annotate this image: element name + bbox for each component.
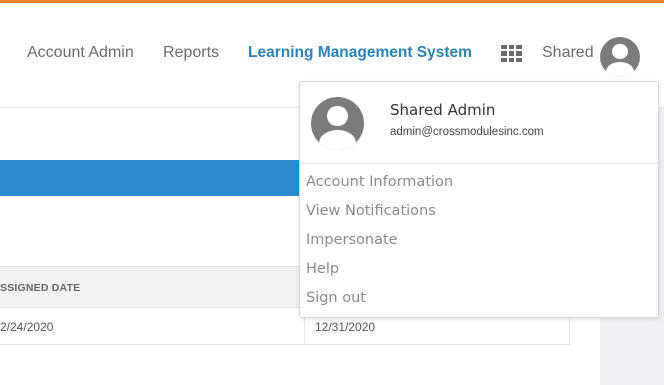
menu-item-help[interactable]: Help bbox=[300, 259, 658, 288]
column-header-assigned-date[interactable]: SSIGNED DATE bbox=[0, 282, 80, 294]
nav-reports[interactable]: Reports bbox=[163, 44, 219, 62]
nav-account-admin[interactable]: Account Admin bbox=[27, 44, 134, 62]
apps-grid-icon[interactable] bbox=[501, 45, 522, 62]
user-menu-header: Shared Admin admin@crossmodulesinc.com bbox=[300, 82, 658, 164]
user-menu-list: Account Information View Notifications I… bbox=[300, 164, 658, 317]
cell-due-date: 12/31/2020 bbox=[315, 320, 376, 334]
menu-item-view-notifications[interactable]: View Notifications bbox=[300, 201, 658, 230]
menu-item-sign-out[interactable]: Sign out bbox=[300, 288, 658, 317]
nav-user-shared[interactable]: Shared bbox=[542, 44, 594, 62]
cell-assigned-date: 2/24/2020 bbox=[0, 320, 54, 334]
user-name: Shared Admin bbox=[390, 101, 496, 119]
menu-item-account-information[interactable]: Account Information bbox=[300, 172, 658, 201]
user-avatar-large-icon bbox=[311, 97, 364, 150]
user-email: admin@crossmodulesinc.com bbox=[390, 126, 544, 138]
menu-item-impersonate[interactable]: Impersonate bbox=[300, 230, 658, 259]
nav-learning-management-system[interactable]: Learning Management System bbox=[248, 44, 472, 62]
user-avatar-icon[interactable] bbox=[600, 37, 640, 77]
user-menu-dropdown: Shared Admin admin@crossmodulesinc.com A… bbox=[299, 81, 659, 318]
